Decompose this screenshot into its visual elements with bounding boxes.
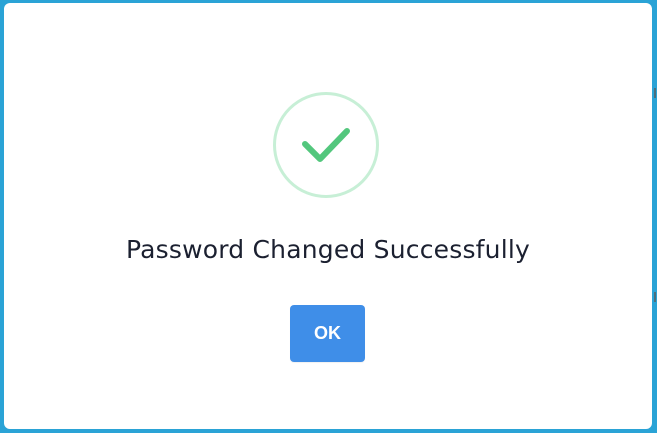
edge-divider — [654, 88, 656, 98]
ok-button[interactable]: OK — [290, 305, 365, 362]
dialog-title: Password Changed Successfully — [125, 235, 531, 264]
success-check-icon — [273, 92, 379, 198]
edge-divider — [654, 292, 656, 302]
success-dialog: Password Changed Successfully OK — [4, 3, 652, 429]
modal-overlay: Password Changed Successfully OK — [0, 0, 657, 433]
check-mark-icon — [302, 128, 350, 162]
